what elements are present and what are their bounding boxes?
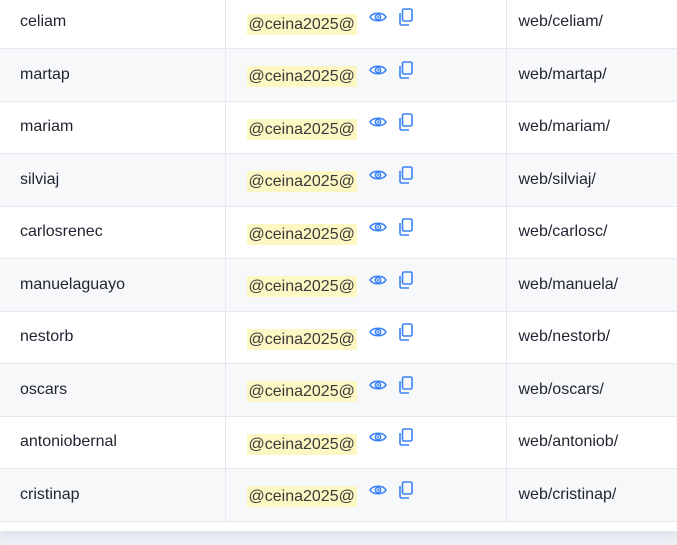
eye-icon[interactable] xyxy=(369,11,388,23)
eye-icon[interactable] xyxy=(369,116,388,128)
username-cell: nestorb xyxy=(0,311,226,364)
eye-icon[interactable] xyxy=(369,379,388,391)
username-cell: oscars xyxy=(0,363,226,417)
directory-cell: web/manuela/ xyxy=(506,258,677,312)
eye-icon[interactable] xyxy=(369,326,388,338)
username-cell: carlosrenec xyxy=(0,206,226,259)
table-row: antoniobernal @ceina2025@ web/antoniob/ xyxy=(0,416,677,469)
directory-path: web/oscars/ xyxy=(518,380,604,398)
copy-icon[interactable] xyxy=(398,60,413,79)
directory-path: web/carlosc/ xyxy=(518,223,608,241)
table-row: martap @ceina2025@ web/martap/ xyxy=(0,48,677,102)
directory-cell: web/mariam/ xyxy=(506,101,677,154)
directory-path: web/martap/ xyxy=(518,65,607,83)
table-row: cristinap @ceina2025@ web/cristinap/ xyxy=(0,468,677,522)
eye-icon[interactable] xyxy=(369,274,388,286)
table-row: manuelaguayo @ceina2025@ web/manuela/ xyxy=(0,258,677,312)
table-row: nestorb @ceina2025@ web/nestorb/ xyxy=(0,311,677,364)
password-value: @ceina2025@ xyxy=(246,118,357,140)
directory-path: web/manuela/ xyxy=(518,275,619,293)
copy-icon[interactable] xyxy=(398,428,413,447)
username: carlosrenec xyxy=(20,223,103,241)
username: manuelaguayo xyxy=(20,275,125,293)
username: nestorb xyxy=(20,328,74,346)
directory-cell: web/carlosc/ xyxy=(506,206,677,259)
password-value: @ceina2025@ xyxy=(246,66,357,88)
table-row: silviaj @ceina2025@ web/silviaj/ xyxy=(0,153,677,207)
credentials-table: celiam @ceina2025@ web/celiam/ martap @c… xyxy=(0,0,677,522)
password-cell: @ceina2025@ xyxy=(225,363,507,417)
directory-path: web/silviaj/ xyxy=(518,170,596,188)
copy-icon[interactable] xyxy=(398,218,413,237)
table-row: celiam @ceina2025@ web/celiam/ xyxy=(0,0,677,49)
table-row: mariam @ceina2025@ web/mariam/ xyxy=(0,101,677,154)
copy-icon[interactable] xyxy=(398,113,413,132)
directory-path: web/nestorb/ xyxy=(518,328,611,346)
password-value: @ceina2025@ xyxy=(246,171,357,193)
username: mariam xyxy=(20,118,74,136)
username: celiam xyxy=(20,13,67,30)
eye-icon[interactable] xyxy=(369,221,388,233)
table-row: oscars @ceina2025@ web/oscars/ xyxy=(0,363,677,417)
username: silviaj xyxy=(20,170,60,188)
password-cell: @ceina2025@ xyxy=(225,48,507,102)
password-cell: @ceina2025@ xyxy=(225,206,507,259)
directory-cell: web/antoniob/ xyxy=(506,416,677,469)
directory-cell: web/silviaj/ xyxy=(506,153,677,207)
username-cell: celiam xyxy=(0,0,226,49)
password-value: @ceina2025@ xyxy=(246,433,357,455)
copy-icon[interactable] xyxy=(398,323,413,342)
password-value: @ceina2025@ xyxy=(246,223,357,245)
password-cell: @ceina2025@ xyxy=(225,311,507,364)
username: oscars xyxy=(20,380,68,398)
directory-cell: web/celiam/ xyxy=(506,0,677,49)
password-value: @ceina2025@ xyxy=(246,276,357,298)
username-cell: cristinap xyxy=(0,468,226,522)
password-cell: @ceina2025@ xyxy=(225,0,507,49)
directory-cell: web/cristinap/ xyxy=(506,468,677,522)
directory-path: web/cristinap/ xyxy=(518,485,617,503)
username-cell: antoniobernal xyxy=(0,416,226,469)
password-cell: @ceina2025@ xyxy=(225,258,507,312)
directory-cell: web/nestorb/ xyxy=(506,311,677,364)
copy-icon[interactable] xyxy=(398,270,413,289)
password-cell: @ceina2025@ xyxy=(225,101,507,154)
directory-path: web/antoniob/ xyxy=(518,433,619,451)
credentials-table-container: celiam @ceina2025@ web/celiam/ martap @c… xyxy=(0,0,677,531)
username-cell: silviaj xyxy=(0,153,226,207)
table-row: carlosrenec @ceina2025@ web/carlosc/ xyxy=(0,206,677,259)
password-value: @ceina2025@ xyxy=(246,328,357,350)
directory-cell: web/martap/ xyxy=(506,48,677,102)
password-cell: @ceina2025@ xyxy=(225,468,507,522)
username: antoniobernal xyxy=(20,433,117,451)
password-value: @ceina2025@ xyxy=(246,486,357,508)
password-cell: @ceina2025@ xyxy=(225,416,507,469)
username-cell: mariam xyxy=(0,101,226,154)
eye-icon[interactable] xyxy=(369,64,388,76)
password-value: @ceina2025@ xyxy=(246,13,357,35)
credentials-table-body: celiam @ceina2025@ web/celiam/ martap @c… xyxy=(0,0,677,522)
copy-icon[interactable] xyxy=(398,375,413,394)
eye-icon[interactable] xyxy=(369,169,388,181)
directory-cell: web/oscars/ xyxy=(506,363,677,417)
copy-icon[interactable] xyxy=(398,8,413,26)
password-cell: @ceina2025@ xyxy=(225,153,507,207)
username: cristinap xyxy=(20,485,80,503)
eye-icon[interactable] xyxy=(369,484,388,496)
username: martap xyxy=(20,65,70,83)
directory-path: web/celiam/ xyxy=(518,13,603,30)
eye-icon[interactable] xyxy=(369,431,388,443)
username-cell: manuelaguayo xyxy=(0,258,226,312)
username-cell: martap xyxy=(0,48,226,102)
password-value: @ceina2025@ xyxy=(246,381,357,403)
directory-path: web/mariam/ xyxy=(518,118,611,136)
copy-icon[interactable] xyxy=(398,165,413,184)
copy-icon[interactable] xyxy=(398,480,413,499)
